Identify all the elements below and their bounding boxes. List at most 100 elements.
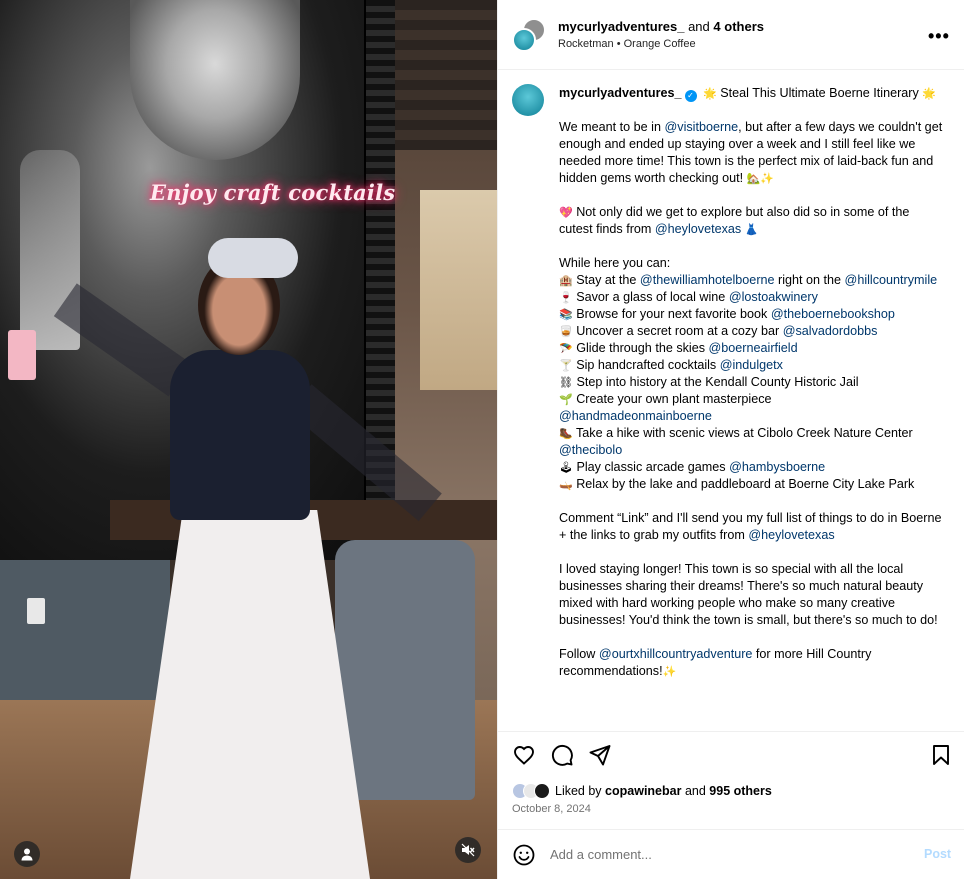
hair-bow: [208, 238, 298, 278]
mention-link[interactable]: @theboernebookshop: [771, 307, 895, 321]
header-username[interactable]: mycurlyadventures_: [558, 19, 684, 34]
caption-paragraph: Follow @ourtxhillcountryadventure for mo…: [559, 646, 944, 680]
list-item: 🏨 Stay at the @thewilliamhotelboerne rig…: [559, 272, 944, 289]
list-item: 🪂 Glide through the skies @boerneairfiel…: [559, 340, 944, 357]
action-bar: [498, 731, 964, 775]
verified-badge-icon: ✓: [684, 90, 697, 102]
heart-icon[interactable]: [512, 743, 536, 767]
list-item-text: Step into history at the Kendall County …: [576, 375, 859, 389]
caption-paragraph: Comment “Link” and I'll send you my full…: [559, 510, 944, 544]
parachute-emoji: 🪂: [559, 342, 573, 355]
list-item-text: Browse for your next favorite book: [576, 307, 768, 321]
comments-scroll-area[interactable]: mycurlyadventures_ ✓ 🌟 Steal This Ultimat…: [498, 71, 964, 731]
star-emoji: 🌟: [922, 87, 936, 100]
list-item-text: right on the: [778, 273, 842, 287]
subline-separator: •: [616, 38, 621, 50]
list-item: 🍸 Sip handcrafted cocktails @indulgetx: [559, 357, 944, 374]
avatar: [512, 28, 536, 52]
list-item-text: Glide through the skies: [576, 341, 706, 355]
list-item-text: Uncover a secret room at a cozy bar: [576, 324, 780, 338]
liker-username[interactable]: copawinebar: [605, 784, 681, 798]
music-link[interactable]: Rocketman: [558, 38, 614, 50]
books-emoji: 📚: [559, 308, 573, 321]
caption-paragraph: I loved staying longer! This town is so …: [559, 561, 944, 629]
list-item: 🕹 Play classic arcade games @hambysboern…: [559, 459, 944, 476]
beaded-top: [170, 350, 310, 520]
user-icon: [21, 848, 33, 861]
mention-link[interactable]: @handmadeonmainboerne: [559, 408, 944, 425]
star-emoji: 🌟: [703, 87, 717, 100]
list-item: 🛶 Relax by the lake and paddleboard at B…: [559, 476, 944, 493]
post-media[interactable]: Enjoy craft cocktails: [0, 0, 497, 879]
mention-link[interactable]: @lostoakwinery: [729, 290, 818, 304]
caption-username[interactable]: mycurlyadventures_: [559, 86, 682, 100]
mention-link[interactable]: @thewilliamhotelboerne: [640, 273, 775, 287]
seedling-emoji: 🌱: [559, 393, 573, 406]
comment-input[interactable]: [550, 844, 890, 864]
list-item: 📚 Browse for your next favorite book @th…: [559, 306, 944, 323]
bookmark-icon[interactable]: [929, 743, 953, 767]
mention-link[interactable]: @salvadordobbs: [783, 324, 878, 338]
tagged-users-button[interactable]: [14, 841, 40, 867]
list-item-text: Stay at the: [576, 273, 637, 287]
mention-link[interactable]: @heylovetexas: [655, 222, 741, 236]
comment-bar: Post: [498, 829, 964, 879]
emoji: 👗: [744, 223, 759, 236]
post-caption: mycurlyadventures_ ✓ 🌟 Steal This Ultimat…: [559, 85, 944, 697]
mention-link[interactable]: @thecibolo: [559, 442, 944, 459]
post-header: mycurlyadventures_ and 4 others Rocketma…: [498, 0, 964, 70]
more-options-button[interactable]: •••: [928, 26, 950, 47]
more-icon: •••: [928, 26, 950, 46]
hotel-emoji: 🏨: [559, 274, 573, 287]
list-item-text: Relax by the lake and paddleboard at Boe…: [576, 477, 915, 491]
location-link[interactable]: Orange Coffee: [624, 38, 696, 50]
mention-link[interactable]: @ourtxhillcountryadventure: [599, 647, 753, 661]
likes-text: Liked by copawinebar and 995 others: [555, 784, 772, 798]
lower-wall: [0, 560, 170, 700]
collab-avatars[interactable]: [512, 18, 546, 52]
cocktail-emoji: 🍸: [559, 359, 573, 372]
mention-link[interactable]: @heylovetexas: [748, 528, 834, 542]
mention-link[interactable]: @boerneairfield: [709, 341, 798, 355]
list-item: 🌱 Create your own plant masterpiece @han…: [559, 391, 944, 425]
share-icon[interactable]: [588, 743, 612, 767]
chains-emoji: ⛓: [559, 376, 573, 389]
cocktail-glass: [8, 330, 36, 380]
list-item-text: Take a hike with scenic views at Cibolo …: [575, 426, 913, 440]
mention-link[interactable]: @hillcountrymile: [845, 273, 938, 287]
mute-button[interactable]: [455, 837, 481, 863]
wall-outlet: [27, 598, 45, 624]
emoji-icon[interactable]: [512, 843, 536, 867]
list-item: ⛓ Step into history at the Kendall Count…: [559, 374, 944, 391]
window-light: [420, 190, 497, 390]
caption-title: Steal This Ultimate Boerne Itinerary: [720, 86, 919, 100]
post-date[interactable]: October 8, 2024: [512, 803, 591, 815]
list-item: 🥾 Take a hike with scenic views at Cibol…: [559, 425, 944, 459]
mention-link[interactable]: @hambysboerne: [729, 460, 825, 474]
emoji: 🏡✨: [746, 172, 775, 185]
list-item-text: Savor a glass of local wine: [576, 290, 726, 304]
joystick-emoji: 🕹: [559, 461, 573, 474]
caption-paragraph: We meant to be in @visitboerne, but afte…: [559, 119, 944, 187]
boot-emoji: 🥾: [559, 427, 573, 440]
header-and: and: [688, 19, 710, 34]
likes-count[interactable]: 995 others: [709, 784, 772, 798]
comment-icon[interactable]: [550, 743, 574, 767]
likes-and: and: [684, 784, 706, 798]
likes-prefix: Liked by: [555, 784, 602, 798]
avatar[interactable]: [512, 84, 544, 116]
wine-emoji: 🍷: [559, 291, 573, 304]
header-others[interactable]: 4 others: [713, 19, 764, 34]
likes-summary: Liked by copawinebar and 995 others: [512, 780, 772, 802]
post-comment-button[interactable]: Post: [924, 847, 951, 861]
glass-emoji: 🥃: [559, 325, 573, 338]
list-item: 🥃 Uncover a secret room at a cozy bar @s…: [559, 323, 944, 340]
list-heading: While here you can:: [559, 256, 671, 270]
list-item-text: Play classic arcade games: [576, 460, 726, 474]
post-panel: mycurlyadventures_ and 4 others Rocketma…: [497, 0, 964, 879]
avatar: [534, 783, 550, 799]
emoji: 💖: [559, 206, 573, 219]
mention-link[interactable]: @indulgetx: [720, 358, 783, 372]
mention-link[interactable]: @visitboerne: [664, 120, 738, 134]
video-overlay-text: Enjoy craft cocktails: [150, 180, 396, 205]
